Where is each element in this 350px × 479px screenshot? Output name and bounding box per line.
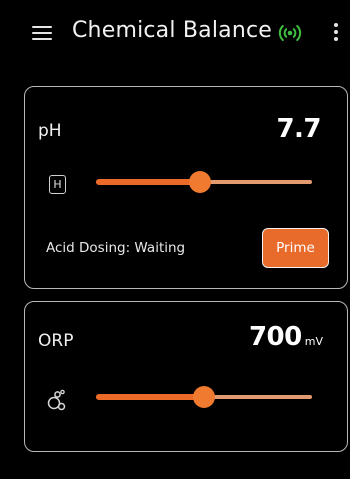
slider-thumb[interactable] [193,386,215,408]
hamburger-menu-icon[interactable] [32,25,52,41]
ph-card: pH 7.7 H Acid Dosing: Waiting Prime [24,86,348,289]
slider-thumb[interactable] [188,171,211,193]
orp-slider[interactable] [96,386,312,408]
ph-value: 7.7 [276,114,321,144]
top-app-bar: Chemical Balance [0,0,350,66]
orp-label: ORP [38,331,74,351]
chemical-balance-screen: Chemical Balance pH 7.7 H Acid Dosing: W… [0,0,350,479]
wireless-signal-icon [278,25,302,41]
h-badge-icon: H [49,175,66,194]
ph-label: pH [38,121,62,141]
acid-dosing-status: Acid Dosing: Waiting [46,240,186,256]
orp-unit: mV [304,335,323,348]
more-vertical-icon[interactable] [332,22,340,44]
page-title: Chemical Balance [72,18,273,43]
orp-card: ORP 700 mV [24,301,348,452]
ph-value-number: 7.7 [276,114,321,144]
bubbles-icon [47,389,66,411]
orp-value-number: 700 [248,322,302,352]
ph-slider[interactable] [96,171,312,193]
slider-track-fill [96,179,200,185]
slider-track-fill [96,394,204,400]
orp-value: 700 mV [249,322,323,352]
prime-button[interactable]: Prime [262,228,329,268]
